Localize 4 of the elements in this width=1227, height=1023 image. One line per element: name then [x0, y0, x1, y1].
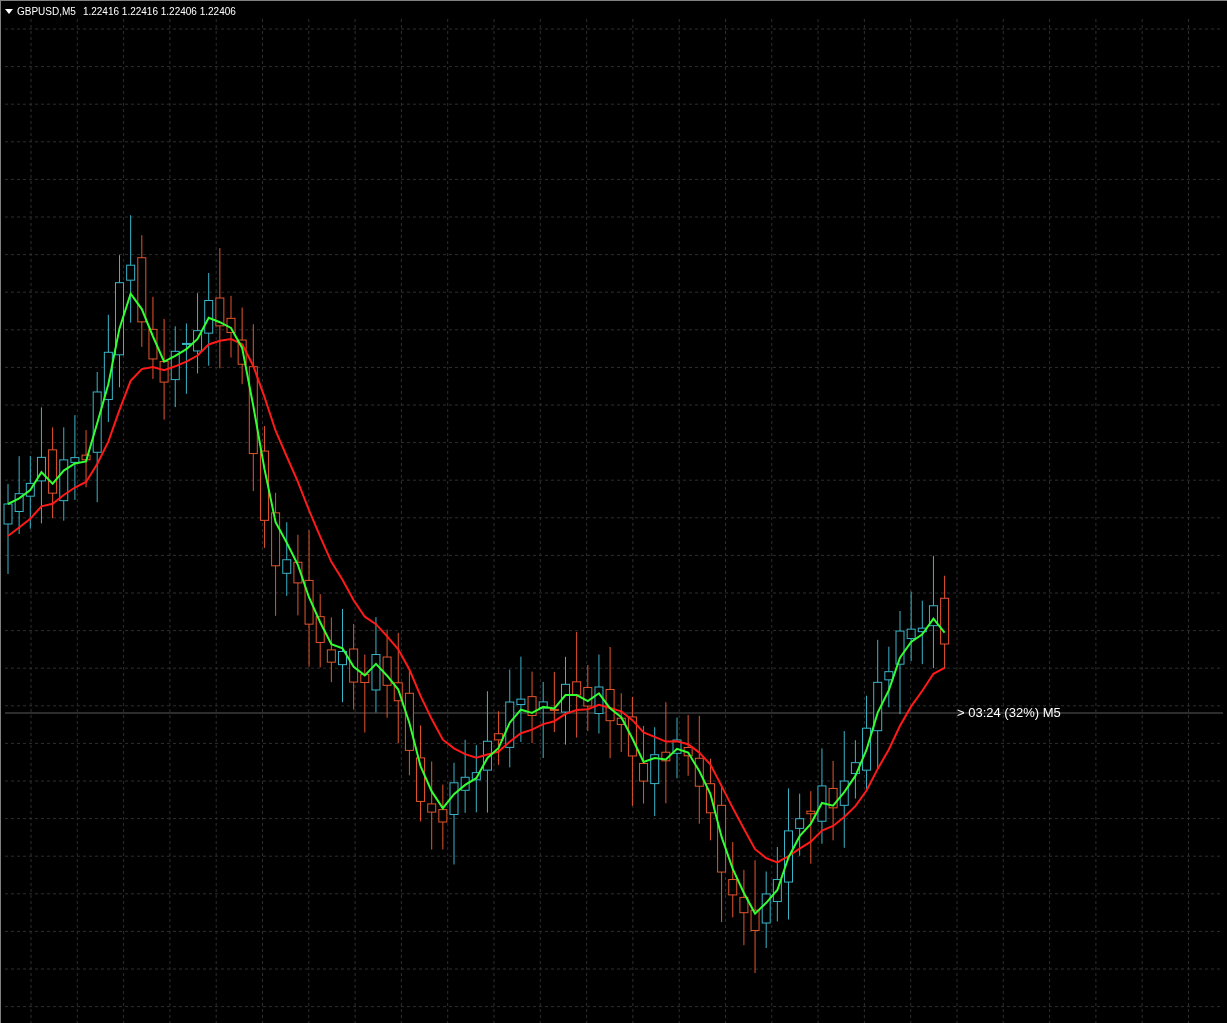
ohlc-prices: 1.22416 1.22416 1.22406 1.22406 [82, 6, 236, 18]
symbol-label: GBPUSD,M5 [17, 6, 76, 18]
dropdown-triangle-icon[interactable] [5, 9, 13, 15]
bar-timer-label: > 03:24 (32%) M5 [957, 705, 1061, 721]
